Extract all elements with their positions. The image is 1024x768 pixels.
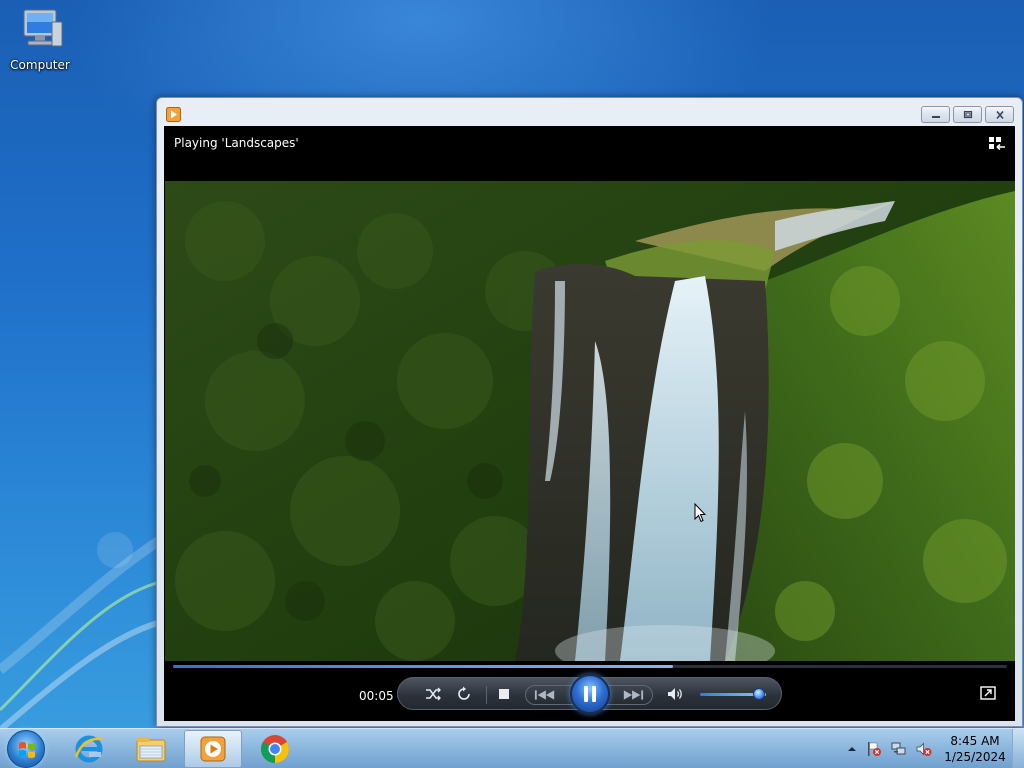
show-hidden-icons-icon[interactable] <box>844 741 860 757</box>
taskbar-file-explorer[interactable] <box>122 730 180 768</box>
next-button[interactable] <box>622 685 644 705</box>
seek-bar[interactable] <box>173 665 1007 668</box>
chrome-icon <box>261 735 289 763</box>
pause-button[interactable] <box>570 674 610 714</box>
minimize-button[interactable] <box>921 106 950 123</box>
taskbar-clock[interactable]: 8:45 AM 1/25/2024 <box>941 733 1009 765</box>
taskbar: 8:45 AM 1/25/2024 <box>0 728 1024 768</box>
computer-icon <box>23 9 63 47</box>
minimize-icon <box>931 115 940 118</box>
player-client-area: Playing 'Landscapes' 00:05 <box>164 126 1015 721</box>
pause-icon <box>584 686 596 702</box>
volume-icon <box>668 688 682 700</box>
maximize-button[interactable] <box>953 106 982 123</box>
internet-explorer-icon <box>74 735 103 763</box>
file-explorer-icon <box>136 737 166 762</box>
media-player-icon <box>200 736 226 762</box>
stop-button[interactable] <box>493 684 515 704</box>
elapsed-time: 00:05 <box>359 689 394 703</box>
video-frame-waterfall <box>165 181 1015 661</box>
seek-bar-progress <box>173 665 674 668</box>
previous-button[interactable] <box>534 685 556 705</box>
video-display[interactable] <box>165 181 1015 661</box>
start-button[interactable] <box>7 730 45 768</box>
close-button[interactable] <box>985 106 1014 123</box>
volume-slider-thumb[interactable] <box>753 688 766 700</box>
taskbar-chrome[interactable] <box>246 730 304 768</box>
next-icon <box>623 690 644 700</box>
close-icon <box>995 110 1004 119</box>
shuffle-button[interactable] <box>422 684 444 704</box>
desktop-icon-label: Computer <box>10 58 70 72</box>
mouse-cursor <box>694 503 706 523</box>
previous-icon <box>534 690 555 700</box>
maximize-icon <box>963 110 972 118</box>
clock-time: 8:45 AM <box>950 734 1000 748</box>
repeat-button[interactable] <box>453 684 475 704</box>
fullscreen-icon[interactable] <box>980 686 996 700</box>
volume-button[interactable] <box>665 684 687 704</box>
network-icon[interactable] <box>891 741 907 757</box>
media-player-icon <box>166 107 181 122</box>
window-titlebar[interactable] <box>157 98 1022 126</box>
clock-date: 1/25/2024 <box>944 750 1006 764</box>
taskbar-internet-explorer[interactable] <box>60 730 118 768</box>
repeat-icon <box>458 686 470 700</box>
taskbar-media-player[interactable] <box>184 730 242 768</box>
now-playing-title: Playing 'Landscapes' <box>174 136 299 150</box>
desktop-wallpaper-swirl <box>0 532 170 730</box>
media-player-window[interactable]: Playing 'Landscapes' 00:05 <box>156 97 1023 727</box>
action-center-flag-icon[interactable] <box>866 741 882 757</box>
volume-muted-icon[interactable] <box>916 741 932 757</box>
playback-controls <box>397 674 782 714</box>
control-divider <box>486 686 487 704</box>
shuffle-icon <box>426 687 441 701</box>
show-desktop-button[interactable] <box>1012 729 1024 768</box>
stop-icon <box>499 689 509 699</box>
switch-to-library-icon[interactable] <box>988 136 1006 152</box>
windows-start-icon <box>19 742 35 758</box>
desktop-icon-computer[interactable]: Computer <box>8 8 72 80</box>
